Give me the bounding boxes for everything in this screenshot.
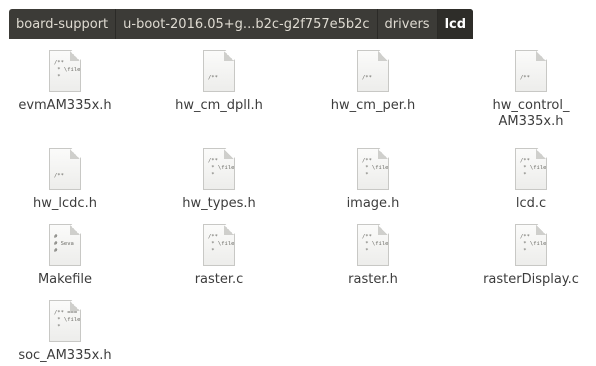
- file-name: raster.c: [194, 272, 244, 287]
- file-item[interactable]: /** * \file * evmAM335x.h: [0, 50, 130, 114]
- text-file-icon: /** * \file *: [357, 148, 389, 190]
- breadcrumb-lcd[interactable]: lcd: [437, 9, 474, 39]
- file-name: raster.h: [348, 272, 398, 287]
- file-name: evmAM335x.h: [18, 98, 112, 113]
- file-name: hw_cm_dpll.h: [175, 98, 263, 113]
- file-item[interactable]: /** hw_cm_dpll.h: [154, 50, 284, 114]
- file-item[interactable]: /** * \file * lcd.c: [466, 148, 596, 212]
- file-name: soc_AM335x.h: [18, 348, 112, 363]
- file-item[interactable]: /** hw_cm_per.h: [308, 50, 438, 114]
- file-name: image.h: [346, 196, 400, 211]
- text-file-icon: /** * \file *: [515, 224, 547, 266]
- file-item[interactable]: /** * \file * raster.h: [308, 224, 438, 288]
- file-item[interactable]: /** hw_control_ AM335x.h: [466, 50, 596, 130]
- text-file-icon: /**: [515, 50, 547, 92]
- file-item[interactable]: # # Seva # Makefile: [0, 224, 130, 288]
- text-file-icon: /** * \file *: [203, 148, 235, 190]
- text-file-icon: # # Seva #: [49, 224, 81, 266]
- text-file-icon: /**: [49, 148, 81, 190]
- file-name: hw_types.h: [182, 196, 256, 211]
- breadcrumb-drivers[interactable]: drivers: [378, 9, 438, 39]
- text-file-icon: /** * \file *: [357, 224, 389, 266]
- text-file-icon: /** * \file *: [49, 50, 81, 92]
- text-file-icon: /**: [357, 50, 389, 92]
- file-item[interactable]: /** * \file * hw_types.h: [154, 148, 284, 212]
- text-file-icon: /**: [203, 50, 235, 92]
- file-item[interactable]: /** * \file * raster.c: [154, 224, 284, 288]
- breadcrumb-u-boot[interactable]: u-boot-2016.05+g...b2c-g2f757e5b2c: [116, 9, 378, 39]
- file-name: rasterDisplay.c: [483, 272, 579, 287]
- file-item[interactable]: /** * \file * image.h: [308, 148, 438, 212]
- file-item[interactable]: /** === * \file * soc_AM335x.h: [0, 300, 130, 364]
- text-file-icon: /** === * \file *: [49, 300, 81, 342]
- file-name: hw_cm_per.h: [330, 98, 416, 113]
- file-item[interactable]: /** * \file * rasterDisplay.c: [466, 224, 596, 288]
- path-bar: board-support u-boot-2016.05+g...b2c-g2f…: [0, 0, 596, 39]
- breadcrumb: board-support u-boot-2016.05+g...b2c-g2f…: [9, 9, 474, 39]
- file-name: hw_lcdc.h: [33, 196, 97, 211]
- file-name: Makefile: [37, 272, 93, 287]
- breadcrumb-board-support[interactable]: board-support: [9, 9, 117, 39]
- file-name: lcd.c: [515, 196, 547, 211]
- text-file-icon: /** * \file *: [515, 148, 547, 190]
- text-file-icon: /** * \file *: [203, 224, 235, 266]
- file-name: hw_control_ AM335x.h: [492, 98, 570, 129]
- file-item[interactable]: /** hw_lcdc.h: [0, 148, 130, 212]
